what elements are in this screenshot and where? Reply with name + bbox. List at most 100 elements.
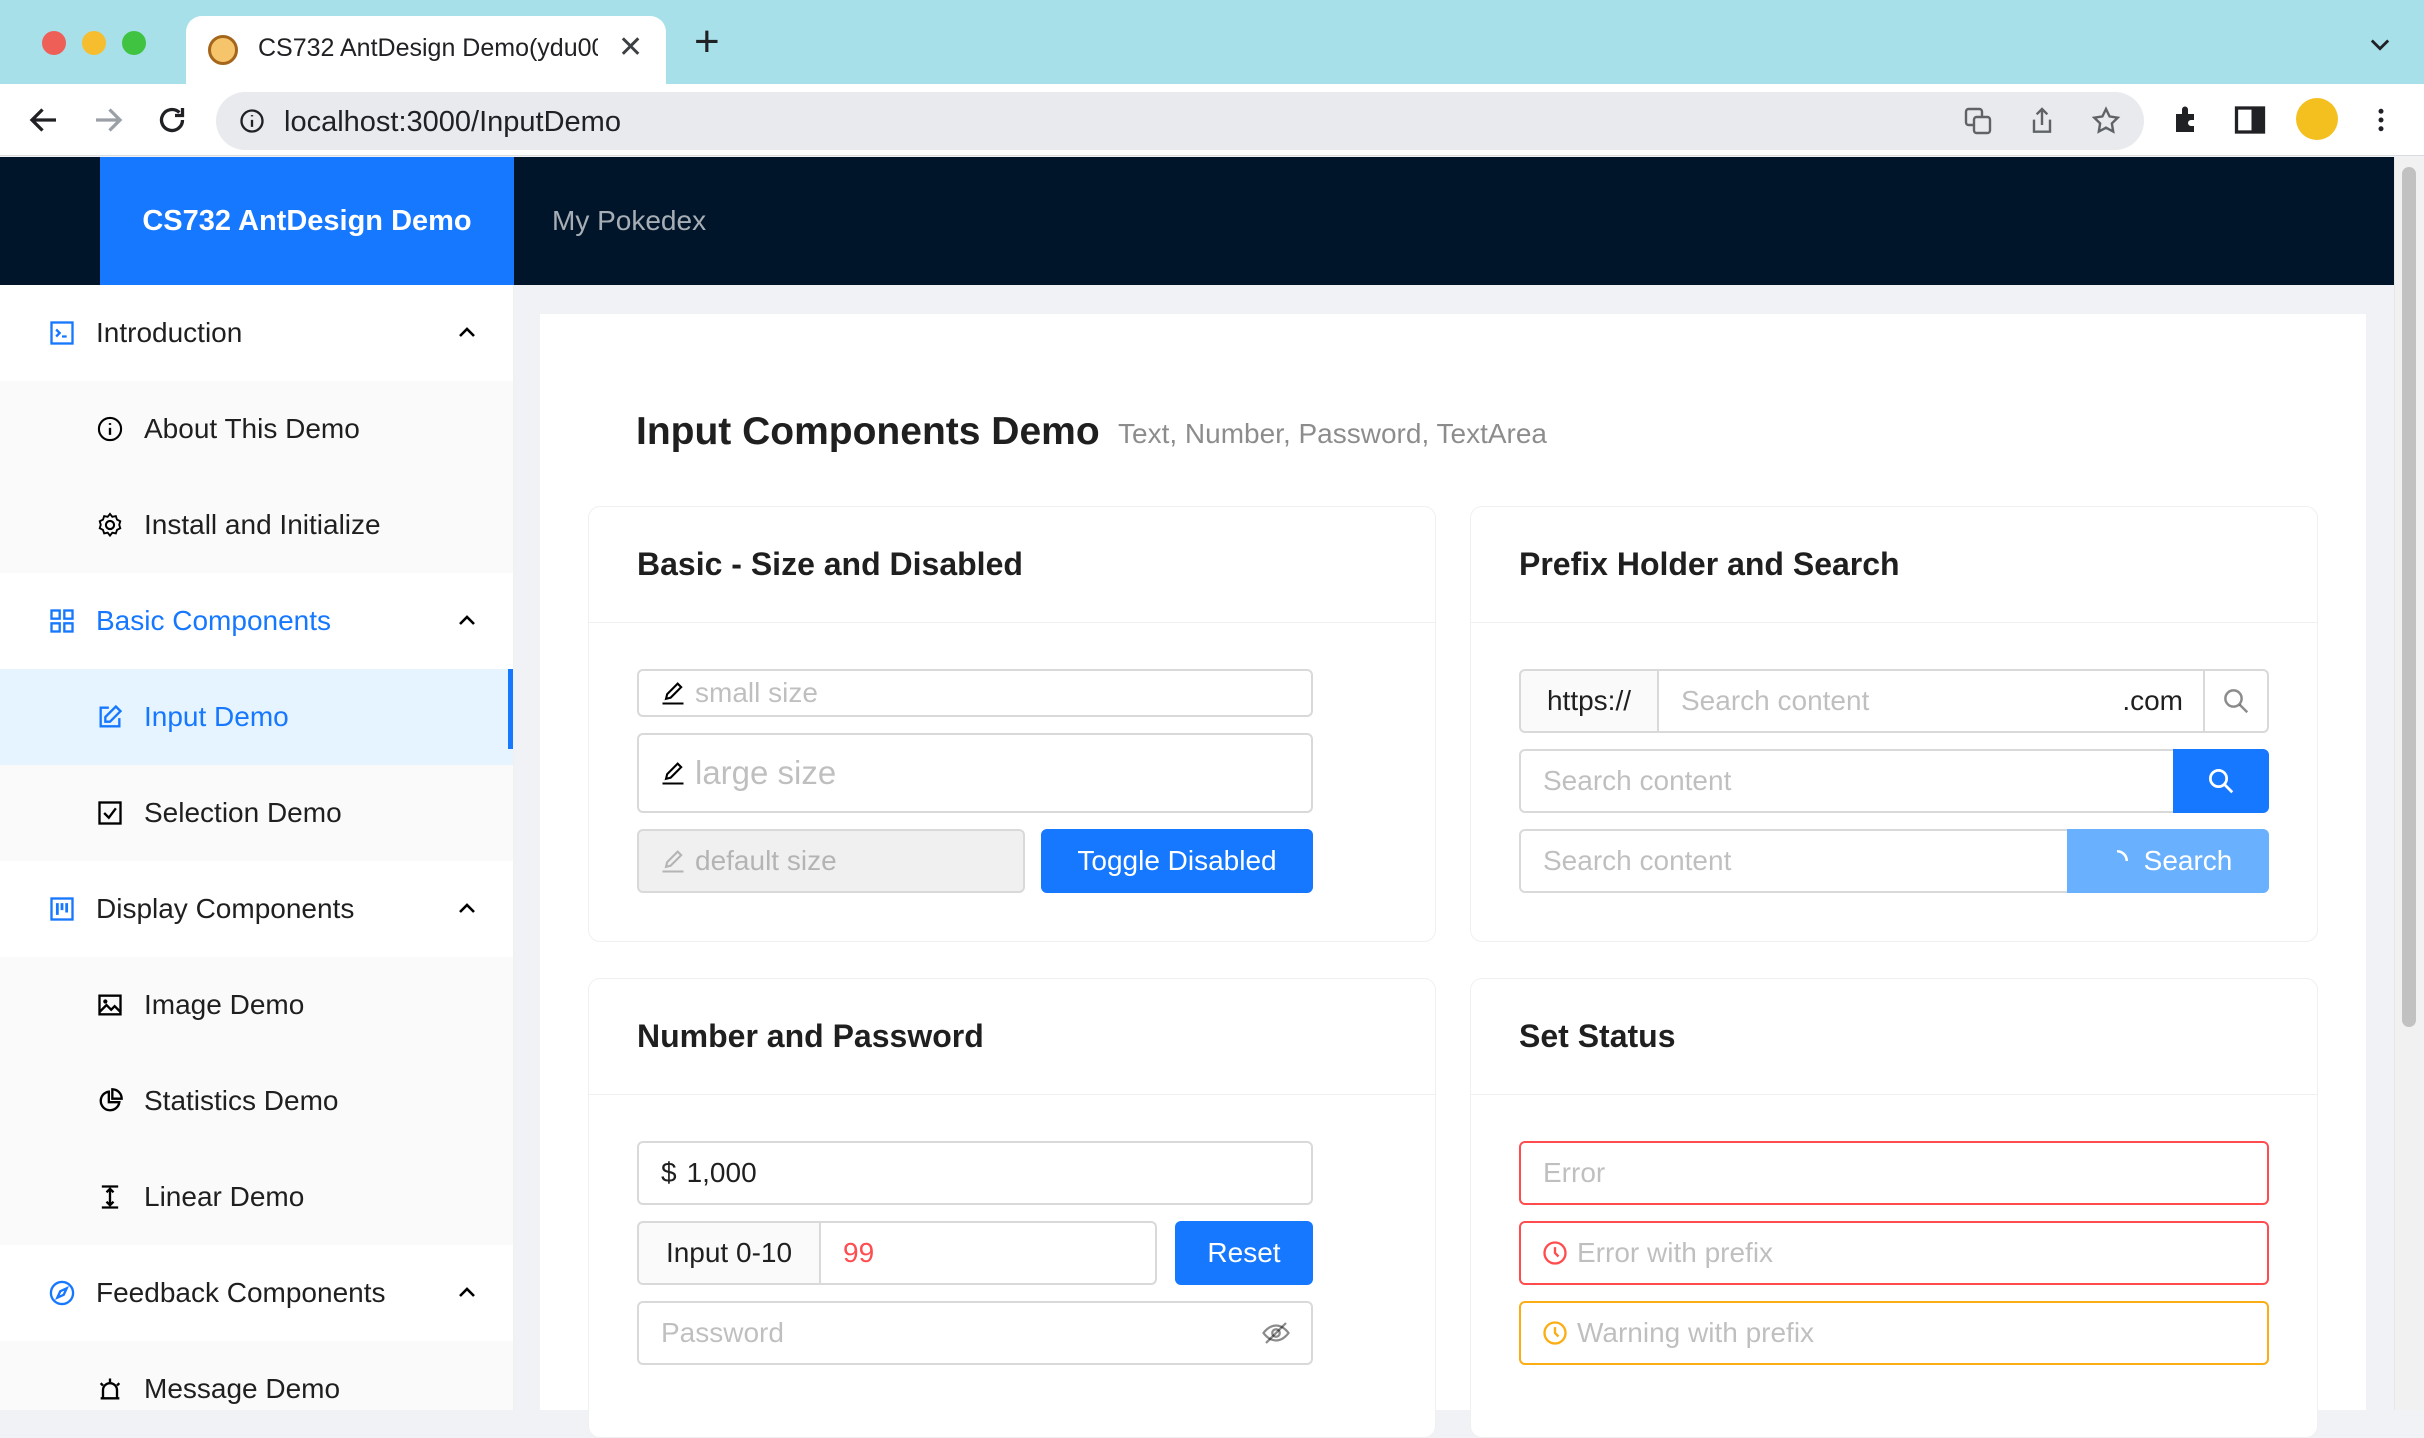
input-placeholder: default size <box>695 845 837 876</box>
new-tab-button[interactable]: + <box>694 20 720 64</box>
browser-tabstrip: CS732 AntDesign Demo(ydu00 ✕ + <box>0 0 2424 84</box>
error-prefix-input[interactable]: Error with prefix <box>1519 1221 2269 1285</box>
info-circle-icon <box>97 416 123 442</box>
sidebar-item-selection-demo[interactable]: Selection Demo <box>0 765 513 861</box>
browser-toolbar: localhost:3000/InputDemo <box>0 84 2424 156</box>
sidebar-item-about[interactable]: About This Demo <box>0 381 513 477</box>
card-title: Set Status <box>1471 979 2317 1095</box>
card-basic: Basic - Size and Disabled small size lar… <box>588 506 1436 942</box>
sidebar-item-label: Image Demo <box>144 989 305 1020</box>
search-loading-button[interactable]: Search <box>2067 829 2269 893</box>
url-text: localhost:3000/InputDemo <box>284 106 621 138</box>
forward-arrow-icon[interactable] <box>90 102 126 138</box>
sidebar-item-linear-demo[interactable]: Linear Demo <box>0 1149 513 1245</box>
amount-input[interactable]: $ 1,000 <box>637 1141 1313 1205</box>
address-bar[interactable]: localhost:3000/InputDemo <box>216 92 2144 150</box>
header-nav-pokedex[interactable]: My Pokedex <box>552 157 706 285</box>
appstore-icon <box>50 609 74 633</box>
amount-value: 1,000 <box>686 1157 757 1188</box>
search-button-label: Search <box>2143 845 2233 876</box>
search-input-loading[interactable]: Search content <box>1519 829 2077 893</box>
alarm-icon <box>99 1378 121 1400</box>
scrollbar-thumb[interactable] <box>2402 167 2416 1027</box>
sidebar-item-label: Selection Demo <box>144 797 342 828</box>
sidebar-group-label: Basic Components <box>96 605 332 636</box>
card-title: Prefix Holder and Search <box>1471 507 2317 623</box>
search-addon-button[interactable] <box>2203 669 2269 733</box>
search-input-enter[interactable]: Search content <box>1519 749 2175 813</box>
browser-menu-icon[interactable] <box>2366 102 2396 138</box>
range-addon: Input 0-10 <box>637 1221 821 1285</box>
side-panel-icon[interactable] <box>2232 102 2268 138</box>
search-icon <box>2209 769 2234 794</box>
sidebar: Introduction About This Demo Install and… <box>0 285 514 1410</box>
input-placeholder: large size <box>695 754 837 791</box>
sidebar-item-statistics-demo[interactable]: Statistics Demo <box>0 1053 513 1149</box>
sidebar-group-label: Display Components <box>96 893 355 924</box>
back-arrow-icon[interactable] <box>26 102 62 138</box>
maximize-window-button[interactable] <box>122 31 146 55</box>
search-icon <box>2224 689 2249 714</box>
profile-avatar[interactable] <box>2296 98 2338 140</box>
app-logo[interactable]: CS732 AntDesign Demo <box>100 157 514 285</box>
password-input[interactable]: Password <box>637 1301 1313 1365</box>
card-title: Number and Password <box>589 979 1435 1095</box>
sidebar-item-label: Statistics Demo <box>144 1085 339 1116</box>
translate-icon[interactable] <box>1962 105 1994 137</box>
tab-search-chevron-icon[interactable] <box>2366 30 2394 58</box>
large-size-input[interactable]: large size <box>637 733 1313 813</box>
chevron-up-icon <box>459 903 475 913</box>
sidebar-group-introduction[interactable]: Introduction <box>0 285 513 381</box>
clock-icon <box>1543 1241 1567 1265</box>
share-icon[interactable] <box>2026 105 2058 137</box>
close-window-button[interactable] <box>42 31 66 55</box>
project-icon <box>50 897 74 921</box>
search-icon-button[interactable] <box>2173 749 2269 813</box>
page-title: Input Components Demo <box>636 410 1100 453</box>
minimize-window-button[interactable] <box>82 31 106 55</box>
input-placeholder: Warning with prefix <box>1577 1317 1815 1348</box>
sidebar-item-install[interactable]: Install and Initialize <box>0 477 513 573</box>
edit-icon <box>99 704 123 728</box>
https-addon: https:// <box>1519 669 1659 733</box>
sidebar-item-label: About This Demo <box>144 413 360 444</box>
card-set-status: Set Status Error Error with prefix Warni… <box>1470 978 2318 1438</box>
error-status-input[interactable]: Error <box>1519 1141 2269 1205</box>
checkbox-icon <box>98 801 122 825</box>
sidebar-group-label: Introduction <box>96 317 243 348</box>
sidebar-group-display[interactable]: Display Components <box>0 861 513 957</box>
sidebar-item-label: Input Demo <box>144 701 289 732</box>
compass-icon <box>49 1280 75 1306</box>
sidebar-group-feedback[interactable]: Feedback Components <box>0 1245 513 1341</box>
input-placeholder: Error <box>1543 1157 1606 1188</box>
toggle-disabled-button[interactable]: Toggle Disabled <box>1041 829 1313 893</box>
url-search-input[interactable]: Search content .com <box>1657 669 2205 733</box>
input-placeholder: Search content <box>1681 685 1870 716</box>
chevron-up-icon <box>459 327 475 337</box>
input-placeholder: Password <box>661 1317 784 1348</box>
default-size-input[interactable]: default size <box>637 829 1025 893</box>
bookmark-star-icon[interactable] <box>2090 105 2122 137</box>
browser-tab[interactable]: CS732 AntDesign Demo(ydu00 ✕ <box>186 16 666 84</box>
sidebar-group-label: Feedback Components <box>96 1277 386 1308</box>
range-number-input[interactable]: 99 <box>819 1221 1157 1285</box>
sidebar-group-basic[interactable]: Basic Components <box>0 573 513 669</box>
input-placeholder: Error with prefix <box>1577 1237 1774 1268</box>
eye-invisible-icon[interactable] <box>1261 1318 1291 1348</box>
reload-icon[interactable] <box>154 102 190 138</box>
sidebar-item-image-demo[interactable]: Image Demo <box>0 957 513 1053</box>
site-info-icon[interactable] <box>238 107 266 135</box>
close-tab-icon[interactable]: ✕ <box>618 30 643 65</box>
warning-prefix-input[interactable]: Warning with prefix <box>1519 1301 2269 1365</box>
com-suffix: .com <box>2122 685 2183 716</box>
reset-button[interactable]: Reset <box>1175 1221 1313 1285</box>
sidebar-item-label: Message Demo <box>144 1373 341 1404</box>
sidebar-item-message-demo[interactable]: Message Demo <box>0 1341 513 1410</box>
page-scrollbar[interactable] <box>2394 157 2424 1410</box>
edit-pen-icon <box>662 682 684 705</box>
gear-icon <box>98 512 122 538</box>
small-size-input[interactable]: small size <box>637 669 1313 717</box>
extensions-puzzle-icon[interactable] <box>2170 102 2206 138</box>
sidebar-item-input-demo[interactable]: Input Demo <box>0 669 513 765</box>
dollar-prefix: $ <box>661 1157 677 1188</box>
